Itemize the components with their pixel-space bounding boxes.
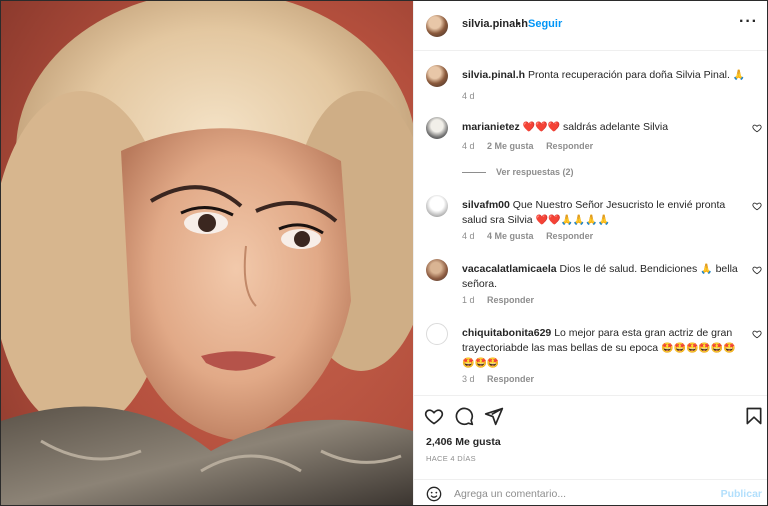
commenter-avatar[interactable] <box>426 323 448 345</box>
comment-meta: 3 d Responder <box>462 374 544 384</box>
caption-text: silvia.pinal.h Pronta recuperación para … <box>462 68 748 83</box>
comment-emoji: ❤️❤️❤️ <box>522 122 561 133</box>
more-options-icon[interactable]: ··· <box>739 13 758 31</box>
reply-button[interactable]: Responder <box>546 231 593 241</box>
reply-button[interactable]: Responder <box>546 141 593 151</box>
commenter-avatar[interactable] <box>426 195 448 217</box>
comment-text: silvafm00 Que Nuestro Señor Jesucristo l… <box>462 198 748 228</box>
comment-meta: 4 d 2 Me gusta Responder <box>462 141 603 151</box>
view-replies-button[interactable]: Ver respuestas (2) <box>462 167 574 177</box>
comment-emoji: 🙏 <box>700 264 713 275</box>
post-photo[interactable] <box>1 1 413 505</box>
comment-like-heart-icon[interactable] <box>752 123 762 133</box>
comment-likes[interactable]: 4 Me gusta <box>487 231 534 241</box>
follow-button[interactable]: Seguir <box>528 18 562 30</box>
separator-dot: • <box>517 18 521 30</box>
comment-username[interactable]: marianietez <box>462 121 520 133</box>
reply-button[interactable]: Responder <box>487 295 534 305</box>
author-avatar[interactable] <box>426 15 448 37</box>
likes-count[interactable]: 2,406 Me gusta <box>426 436 501 448</box>
comment-likes[interactable]: 2 Me gusta <box>487 141 534 151</box>
heart-icon[interactable] <box>424 406 444 426</box>
reply-button[interactable]: Responder <box>487 374 534 384</box>
post-header: silvia.pinal.h • Seguir ··· <box>414 1 767 51</box>
comment-emoji: ❤️❤️🙏🙏🙏🙏 <box>535 215 611 226</box>
caption-username[interactable]: silvia.pinal.h <box>462 69 525 81</box>
comment-like-heart-icon[interactable] <box>752 265 762 275</box>
view-replies-label: Ver respuestas (2) <box>496 167 574 177</box>
comment-meta: 1 d Responder <box>462 295 544 305</box>
comment-meta: 4 d 4 Me gusta Responder <box>462 231 603 241</box>
post-actions: 2,406 Me gusta HACE 4 DÍAS <box>414 395 767 469</box>
emoji-picker-icon[interactable] <box>426 486 442 502</box>
comment-time[interactable]: 3 d <box>462 374 475 384</box>
instagram-post-window: silvia.pinal.h • Seguir ··· silvia.pinal… <box>0 0 768 506</box>
author-avatar[interactable] <box>426 65 448 87</box>
commenter-avatar[interactable] <box>426 117 448 139</box>
caption-meta: 4 d <box>462 91 485 101</box>
bookmark-icon[interactable] <box>744 406 764 426</box>
comment-body: Dios le dé salud. Bendiciones <box>559 263 698 275</box>
comment-text: vacacalatlamicaela Dios le dé salud. Ben… <box>462 262 748 292</box>
comment-text: chiquitabonita629 Lo mejor para esta gra… <box>462 326 748 371</box>
caption-body: Pronta recuperación para doña Silvia Pin… <box>527 69 730 81</box>
comment-time[interactable]: 1 d <box>462 295 475 305</box>
comment-like-heart-icon[interactable] <box>752 329 762 339</box>
comment-username[interactable]: silvafm00 <box>462 199 510 211</box>
comment-like-heart-icon[interactable] <box>752 201 762 211</box>
commenter-avatar[interactable] <box>426 259 448 281</box>
post-timestamp[interactable]: HACE 4 DÍAS <box>426 454 476 463</box>
comment-username[interactable]: chiquitabonita629 <box>462 327 551 339</box>
comment-text: marianietez ❤️❤️❤️ saldrás adelante Silv… <box>462 120 748 135</box>
comment-body: saldrás adelante Silvia <box>562 121 669 133</box>
comment-time[interactable]: 4 d <box>462 141 475 151</box>
caption-emoji: 🙏 <box>732 70 746 81</box>
post-details-panel: silvia.pinal.h • Seguir ··· silvia.pinal… <box>413 1 767 505</box>
caption-time[interactable]: 4 d <box>462 91 475 101</box>
publish-button[interactable]: Publicar <box>721 488 762 500</box>
comment-input[interactable] <box>454 485 714 503</box>
comments-list: silvia.pinal.h Pronta recuperación para … <box>414 51 767 395</box>
replies-divider <box>462 172 486 174</box>
comment-time[interactable]: 4 d <box>462 231 475 241</box>
comment-icon[interactable] <box>454 406 474 426</box>
comment-username[interactable]: vacacalatlamicaela <box>462 263 557 275</box>
send-icon[interactable] <box>484 406 504 426</box>
portrait-image <box>1 1 413 505</box>
comment-composer: Publicar <box>414 479 767 505</box>
